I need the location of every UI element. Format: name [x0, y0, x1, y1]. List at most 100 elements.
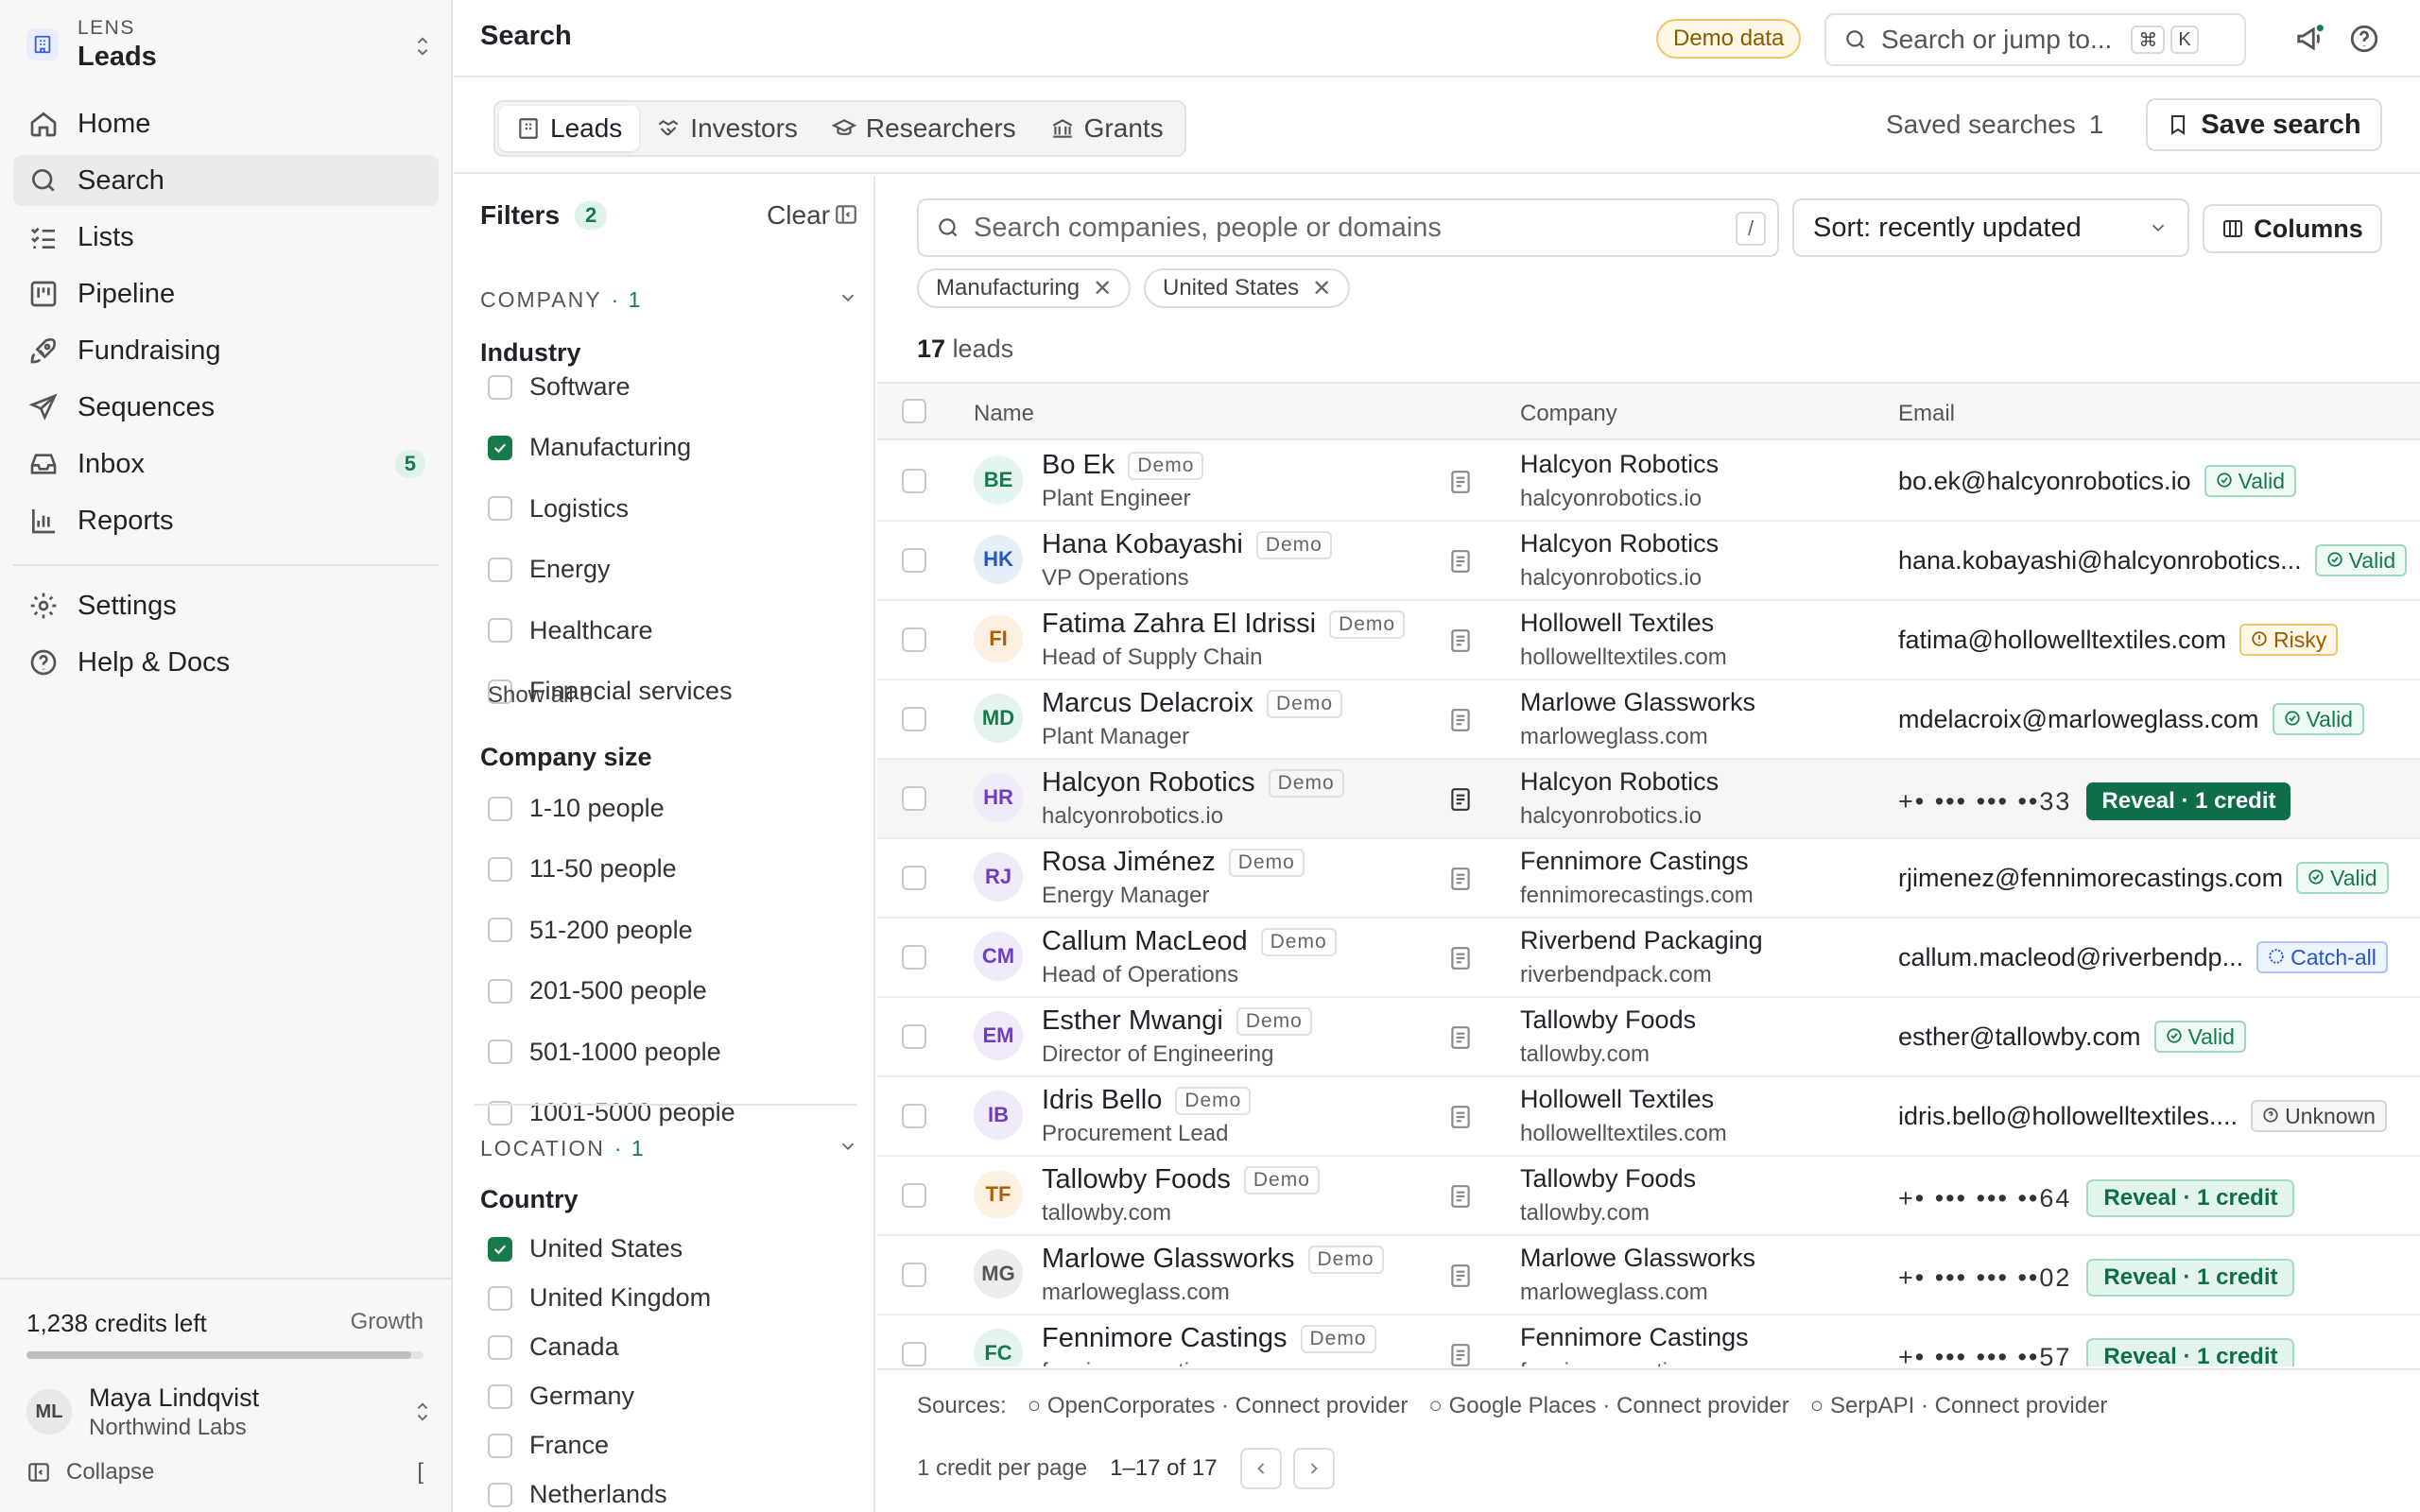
panel-collapse-icon[interactable]: [834, 202, 858, 227]
country-option[interactable]: United Kingdom: [488, 1283, 711, 1313]
country-option[interactable]: Canada: [488, 1332, 619, 1362]
country-option[interactable]: France: [488, 1431, 609, 1460]
company-name[interactable]: Halcyon Robotics: [1520, 529, 1719, 558]
company-size-option[interactable]: 51-200 people: [488, 916, 693, 945]
table-row[interactable]: IB Idris Bello Demo Procurement Lead Hollowe…: [877, 1077, 2420, 1157]
prev-page-button[interactable]: [1239, 1448, 1282, 1489]
user-menu[interactable]: ML Maya Lindqvist Northwind Labs: [26, 1382, 433, 1442]
row-checkbox[interactable]: [902, 627, 926, 652]
filter-chip-united-states[interactable]: United States ✕: [1144, 268, 1351, 308]
company-name[interactable]: Hollowell Textiles: [1520, 1085, 1714, 1114]
email-address[interactable]: idris.bello@hollowelltextiles....: [1898, 1102, 2238, 1131]
company-name[interactable]: Fennimore Castings: [1520, 847, 1749, 876]
notes-icon[interactable]: [1448, 786, 1473, 813]
source-provider-link[interactable]: ○ OpenCorporates · Connect provider: [1028, 1393, 1409, 1419]
notes-icon[interactable]: [1448, 945, 1473, 971]
company-name[interactable]: Tallowby Foods: [1520, 1005, 1696, 1035]
notes-icon[interactable]: [1448, 1263, 1473, 1289]
checkbox[interactable]: [488, 1236, 512, 1262]
lead-name[interactable]: Fatima Zahra El Idrissi Demo: [1042, 609, 1406, 640]
clear-filters-button[interactable]: Clear: [767, 200, 830, 231]
row-checkbox[interactable]: [902, 866, 926, 890]
industry-option[interactable]: Healthcare: [488, 616, 653, 645]
country-option[interactable]: United States: [488, 1234, 683, 1263]
tab-researchers[interactable]: Researchers: [815, 106, 1033, 151]
tab-leads[interactable]: Leads: [499, 106, 640, 151]
nav-item-sequences[interactable]: Sequences: [13, 382, 439, 433]
table-row[interactable]: BE Bo Ek Demo Plant Engineer Halcyon Robotic…: [877, 442, 2420, 522]
checkbox[interactable]: [488, 796, 512, 821]
lead-name[interactable]: Idris Bello Demo: [1042, 1085, 1252, 1116]
lead-name[interactable]: Rosa Jiménez Demo: [1042, 847, 1305, 878]
lead-name[interactable]: Marcus Delacroix Demo: [1042, 688, 1343, 719]
notes-icon[interactable]: [1448, 1183, 1473, 1210]
nav-item-help[interactable]: Help & Docs: [13, 637, 439, 688]
company-name[interactable]: Tallowby Foods: [1520, 1164, 1696, 1194]
row-checkbox[interactable]: [902, 1263, 926, 1287]
row-checkbox[interactable]: [902, 469, 926, 493]
email-address[interactable]: fatima@hollowelltextiles.com: [1898, 626, 2226, 655]
nav-item-reports[interactable]: Reports: [13, 495, 439, 546]
row-checkbox[interactable]: [902, 786, 926, 811]
source-provider-link[interactable]: ○ Google Places · Connect provider: [1428, 1393, 1789, 1419]
tab-investors[interactable]: Investors: [639, 106, 815, 151]
column-header-email[interactable]: Email: [1898, 401, 1955, 427]
notes-icon[interactable]: [1448, 707, 1473, 733]
notes-icon[interactable]: [1448, 1024, 1473, 1051]
row-checkbox[interactable]: [902, 548, 926, 573]
location-section-toggle[interactable]: LOCATION · 1: [480, 1136, 858, 1161]
show-all-industries-button[interactable]: Show all 8: [488, 682, 593, 709]
row-checkbox[interactable]: [902, 1104, 926, 1128]
industry-option[interactable]: Logistics: [488, 494, 629, 524]
nav-item-home[interactable]: Home: [13, 98, 439, 149]
row-checkbox[interactable]: [902, 1183, 926, 1208]
lead-name[interactable]: Tallowby Foods Demo: [1042, 1164, 1320, 1195]
email-address[interactable]: hana.kobayashi@halcyonrobotics...: [1898, 546, 2302, 576]
notes-icon[interactable]: [1448, 1104, 1473, 1130]
lead-name[interactable]: Esther Mwangi Demo: [1042, 1005, 1312, 1037]
sort-select[interactable]: Sort: recently updated: [1792, 198, 2189, 257]
notes-icon[interactable]: [1448, 866, 1473, 892]
nav-item-inbox[interactable]: Inbox 5: [13, 438, 439, 490]
reveal-button[interactable]: Reveal · 1 credit: [2086, 1259, 2295, 1297]
notes-icon[interactable]: [1448, 548, 1473, 575]
company-size-option[interactable]: 1001-5000 people: [488, 1098, 735, 1127]
checkbox[interactable]: [488, 978, 512, 1004]
lead-name[interactable]: Marlowe Glassworks Demo: [1042, 1244, 1384, 1275]
checkbox[interactable]: [488, 374, 512, 400]
table-row[interactable]: EM Esther Mwangi Demo Director of Engineeri…: [877, 998, 2420, 1077]
checkbox[interactable]: [488, 435, 512, 460]
industry-option[interactable]: Software: [488, 372, 631, 402]
checkbox[interactable]: [488, 1285, 512, 1311]
workspace-switcher[interactable]: LENS Leads: [26, 13, 433, 76]
reveal-button[interactable]: Reveal · 1 credit: [2086, 782, 2291, 820]
table-row[interactable]: HK Hana Kobayashi Demo VP Operations Halcyon…: [877, 522, 2420, 601]
lead-name[interactable]: Fennimore Castings Demo: [1042, 1323, 1376, 1354]
checkbox[interactable]: [488, 1334, 512, 1360]
country-option[interactable]: Netherlands: [488, 1480, 667, 1509]
checkbox[interactable]: [488, 1040, 512, 1065]
table-row[interactable]: CM Callum MacLeod Demo Head of Operations Ri…: [877, 919, 2420, 998]
lead-name[interactable]: Halcyon Robotics Demo: [1042, 767, 1344, 799]
table-row[interactable]: FC Fennimore Castings Demo fennimore casting…: [877, 1315, 2420, 1366]
close-icon[interactable]: ✕: [1093, 275, 1112, 302]
close-icon[interactable]: ✕: [1312, 275, 1331, 302]
company-name[interactable]: Halcyon Robotics: [1520, 450, 1719, 479]
lead-name[interactable]: Bo Ek Demo: [1042, 450, 1204, 481]
collapse-sidebar-button[interactable]: Collapse [: [26, 1459, 424, 1486]
lead-name[interactable]: Callum MacLeod Demo: [1042, 926, 1337, 957]
results-search-input[interactable]: Search companies, people or domains /: [917, 198, 1779, 257]
industry-option[interactable]: Manufacturing: [488, 433, 691, 462]
table-row[interactable]: MG Marlowe Glassworks Demo marloweglass.com…: [877, 1236, 2420, 1315]
company-name[interactable]: Marlowe Glassworks: [1520, 688, 1755, 717]
company-size-option[interactable]: 1-10 people: [488, 794, 665, 823]
notes-icon[interactable]: [1448, 469, 1473, 495]
row-checkbox[interactable]: [902, 707, 926, 731]
reveal-button[interactable]: Reveal · 1 credit: [2086, 1179, 2295, 1217]
email-address[interactable]: bo.ek@halcyonrobotics.io: [1898, 467, 2191, 496]
tab-grants[interactable]: Grants: [1033, 106, 1181, 151]
notes-icon[interactable]: [1448, 627, 1473, 654]
table-row[interactable]: RJ Rosa Jiménez Demo Energy Manager Fennimor…: [877, 839, 2420, 919]
email-address[interactable]: callum.macleod@riverbendp...: [1898, 943, 2243, 972]
nav-item-lists[interactable]: Lists: [13, 212, 439, 263]
